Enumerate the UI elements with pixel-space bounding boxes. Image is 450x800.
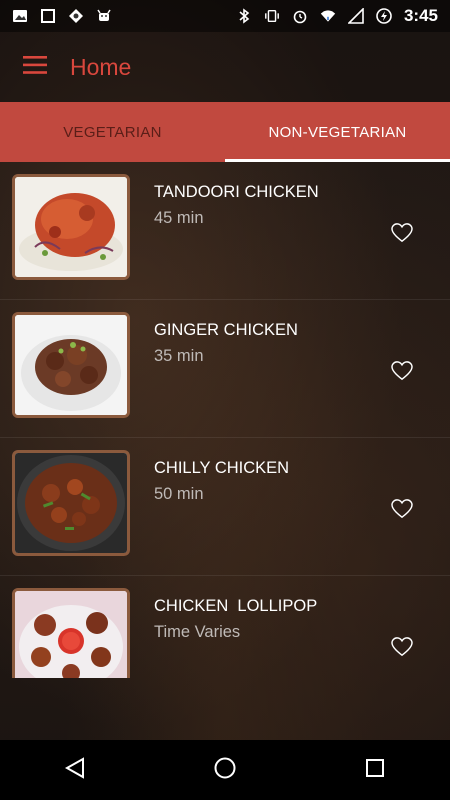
recipe-thumbnail — [12, 312, 130, 418]
recents-icon — [365, 758, 385, 783]
back-button[interactable] — [45, 740, 105, 800]
home-icon — [213, 756, 237, 785]
status-bar-notifications — [12, 8, 112, 24]
recipe-list-item[interactable]: CHICKEN LOLLIPOP Time Varies — [0, 576, 450, 678]
recipe-title: CHILLY CHICKEN — [154, 459, 290, 477]
bluetooth-icon — [236, 8, 252, 24]
tab-label: VEGETARIAN — [63, 123, 162, 141]
recipe-title: CHICKEN LOLLIPOP — [154, 597, 318, 615]
back-icon — [64, 756, 86, 784]
home-button[interactable] — [195, 740, 255, 800]
hamburger-menu-icon — [23, 55, 47, 79]
recipe-time: 45 min — [154, 209, 204, 227]
square-icon — [40, 8, 56, 24]
alarm-icon — [292, 8, 308, 24]
active-tab-indicator — [225, 159, 450, 162]
system-navigation-bar — [0, 740, 450, 800]
tab-non-vegetarian[interactable]: NON-VEGETARIAN — [225, 102, 450, 162]
favorite-button[interactable] — [390, 636, 414, 662]
recipe-time: 35 min — [154, 347, 204, 365]
recents-button[interactable] — [345, 740, 405, 800]
status-bar: 3:45 — [0, 0, 450, 32]
app-bar: Home — [0, 32, 450, 102]
heart-outline-icon — [391, 636, 413, 662]
page-title: Home — [70, 53, 132, 80]
photo-icon — [12, 8, 28, 24]
battery-icon — [376, 8, 392, 24]
vibrate-icon — [264, 8, 280, 24]
tab-label: NON-VEGETARIAN — [268, 123, 407, 141]
recipe-list-item[interactable]: CHILLY CHICKEN 50 min — [0, 438, 450, 576]
recipe-title: GINGER CHICKEN — [154, 321, 298, 339]
recipe-time: 50 min — [154, 485, 204, 503]
recipe-list-item[interactable]: GINGER CHICKEN 35 min — [0, 300, 450, 438]
favorite-button[interactable] — [390, 498, 414, 524]
tab-vegetarian[interactable]: VEGETARIAN — [0, 102, 225, 162]
recipe-list-item[interactable]: TANDOORI CHICKEN 45 min — [0, 162, 450, 300]
category-tabs: VEGETARIAN NON-VEGETARIAN — [0, 102, 450, 162]
recipe-time: Time Varies — [154, 623, 241, 641]
android-icon — [96, 8, 112, 24]
hamburger-menu-button[interactable] — [0, 32, 70, 102]
favorite-button[interactable] — [390, 222, 414, 248]
recipe-thumbnail — [12, 174, 130, 280]
wifi-icon — [320, 8, 336, 24]
recipe-thumbnail — [12, 450, 130, 556]
location-icon — [68, 8, 84, 24]
heart-outline-icon — [391, 498, 413, 524]
heart-outline-icon — [391, 222, 413, 248]
status-bar-time: 3:45 — [403, 6, 438, 25]
status-bar-system: 3:45 — [236, 6, 438, 26]
recipe-list[interactable]: TANDOORI CHICKEN 45 min GINGER CHICKEN 3… — [0, 162, 450, 678]
favorite-button[interactable] — [390, 360, 414, 386]
recipe-thumbnail — [12, 588, 130, 678]
signal-icon — [347, 8, 364, 24]
recipe-title: TANDOORI CHICKEN — [154, 183, 319, 201]
heart-outline-icon — [391, 360, 413, 386]
